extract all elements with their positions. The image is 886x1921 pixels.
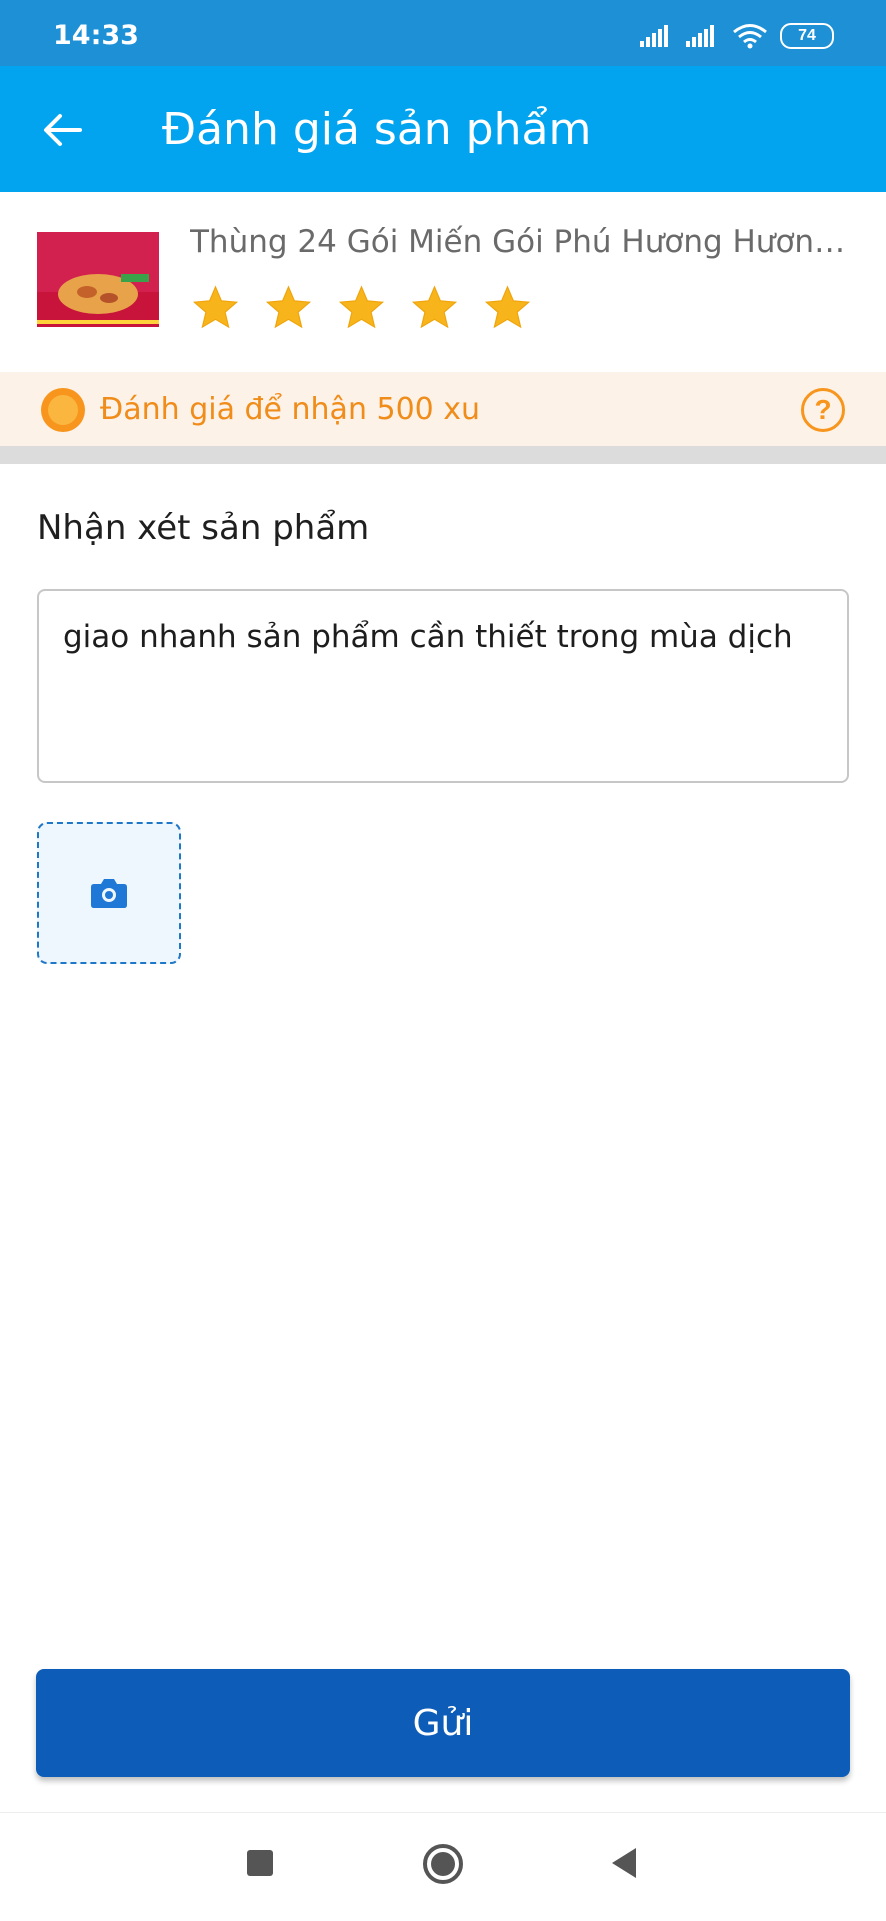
coin-icon (41, 388, 85, 432)
signal-icon (640, 25, 668, 47)
review-label: Nhận xét sản phẩm (37, 508, 370, 548)
page-title: Đánh giá sản phẩm (162, 104, 592, 155)
status-icons: 74 (640, 22, 834, 50)
app-bar: Đánh giá sản phẩm (0, 66, 886, 192)
reward-text: Đánh giá để nhận 500 xu (100, 392, 481, 427)
star-icon-4[interactable] (411, 284, 458, 331)
star-icon-1[interactable] (192, 284, 239, 331)
status-bar: 14:33 74 (0, 0, 886, 66)
signal-icon-2 (686, 25, 714, 47)
question-circle-icon[interactable]: ? (801, 388, 845, 432)
back-nav-icon[interactable] (610, 1847, 638, 1879)
wifi-icon (733, 24, 767, 49)
review-textarea[interactable]: giao nhanh sản phẩm cần thiết trong mùa … (37, 589, 849, 783)
camera-icon (91, 879, 127, 908)
battery-indicator: 74 (780, 23, 834, 49)
reward-banner: Đánh giá để nhận 500 xu ? (0, 372, 886, 446)
add-photo-button[interactable] (37, 822, 181, 964)
star-icon-2[interactable] (265, 284, 312, 331)
recents-icon[interactable] (246, 1849, 274, 1877)
product-name: Thùng 24 Gói Miến Gói Phú Hương Hương... (190, 224, 850, 260)
home-icon[interactable] (422, 1843, 464, 1885)
section-divider (0, 446, 886, 464)
star-icon-3[interactable] (338, 284, 385, 331)
product-thumbnail (37, 232, 159, 327)
arrow-left-icon (44, 114, 82, 146)
star-icon-5[interactable] (484, 284, 531, 331)
submit-button[interactable]: Gửi (36, 1669, 850, 1777)
star-rating[interactable] (192, 284, 531, 331)
status-time: 14:33 (53, 20, 139, 51)
product-summary: Thùng 24 Gói Miến Gói Phú Hương Hương... (0, 192, 886, 372)
back-button[interactable] (34, 102, 90, 158)
system-nav-bar (0, 1812, 886, 1921)
